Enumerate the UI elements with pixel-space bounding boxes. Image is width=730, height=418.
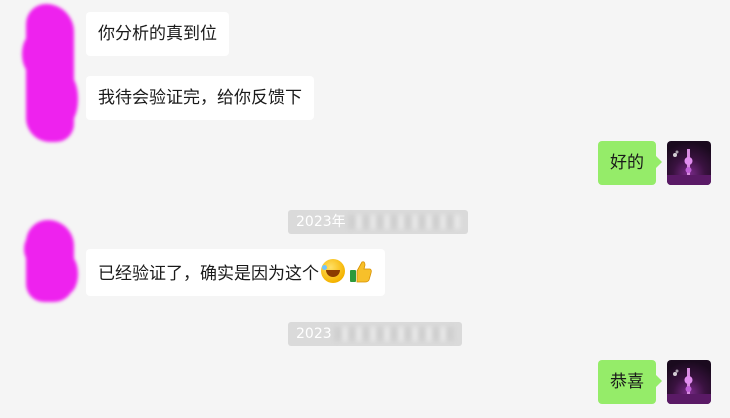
city-night-icon: [667, 149, 711, 185]
message-text: 好的: [610, 153, 644, 173]
outgoing-message[interactable]: 好的: [598, 141, 662, 185]
timestamp: 2023年: [288, 210, 468, 234]
timestamp-text: 2023: [296, 326, 332, 342]
message-text: 已经验证了，确实是因为这个: [98, 264, 319, 284]
laugh-emoji-icon: [321, 259, 345, 283]
message-text: 我待会验证完，给你反馈下: [98, 88, 302, 108]
incoming-message[interactable]: 我待会验证完，给你反馈下: [86, 76, 314, 120]
redacted-timestamp: [333, 327, 454, 341]
message-text: 你分析的真到位: [98, 24, 217, 44]
city-night-icon: [667, 368, 711, 404]
redacted-avatar: [22, 4, 78, 142]
outgoing-message[interactable]: 恭喜: [598, 360, 662, 404]
avatar[interactable]: [667, 141, 711, 185]
redacted-timestamp: [347, 215, 460, 229]
thumbs-up-icon: [349, 259, 373, 283]
message-text: 恭喜: [610, 372, 644, 392]
redacted-avatar: [24, 220, 78, 302]
incoming-message[interactable]: 你分析的真到位: [86, 12, 229, 56]
incoming-message[interactable]: 已经验证了，确实是因为这个: [86, 249, 385, 296]
avatar[interactable]: [667, 360, 711, 404]
timestamp-text: 2023年: [296, 214, 346, 230]
chat-window: 你分析的真到位 我待会验证完，给你反馈下 好的 2023年 已经验证了，确实是因…: [0, 0, 730, 418]
timestamp: 2023: [288, 322, 462, 346]
